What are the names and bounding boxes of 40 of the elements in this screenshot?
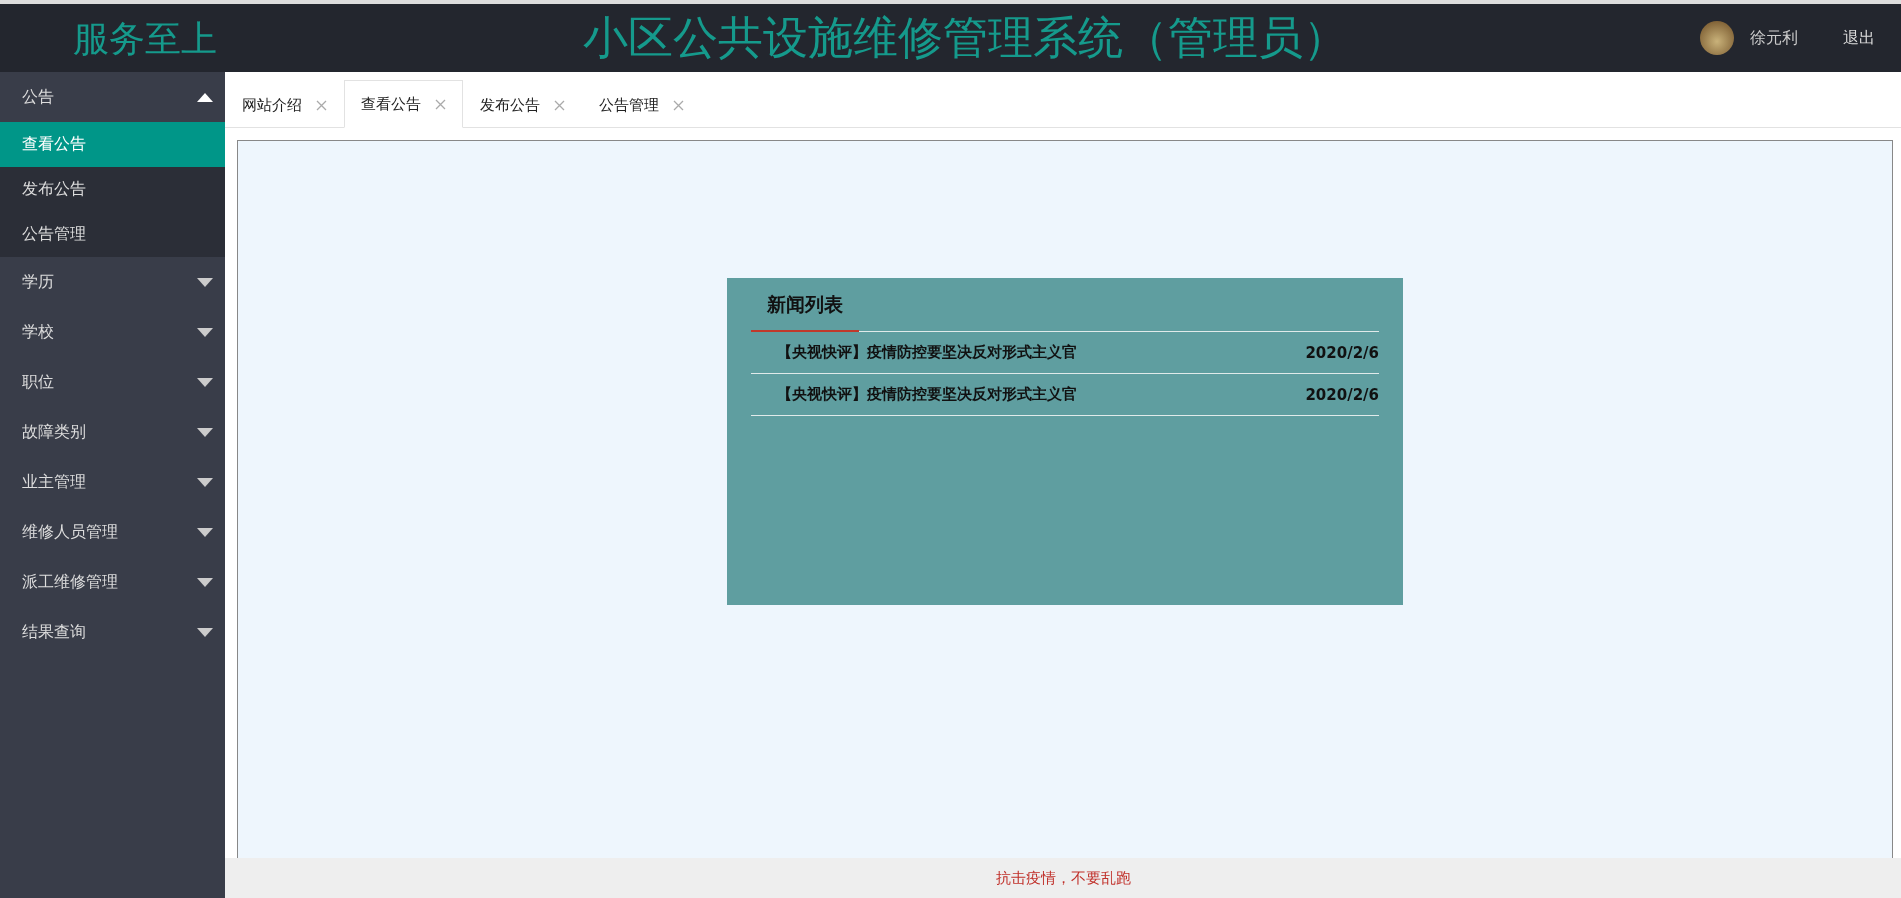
user-name[interactable]: 徐元利 <box>1750 27 1798 49</box>
tab[interactable]: 公告管理 <box>582 81 701 128</box>
caret-down-icon <box>197 477 213 487</box>
news-date: 2020/2/6 <box>1305 385 1379 404</box>
caret-down-icon <box>197 327 213 337</box>
news-list-title: 新闻列表 <box>751 278 859 332</box>
menu-group[interactable]: 公告 <box>0 72 225 122</box>
news-date: 2020/2/6 <box>1305 343 1379 362</box>
news-title-link[interactable]: 【央视快评】疫情防控要坚决反对形式主义官 <box>777 343 1077 362</box>
news-title-link[interactable]: 【央视快评】疫情防控要坚决反对形式主义官 <box>777 385 1077 404</box>
caret-up-icon <box>197 92 213 102</box>
close-icon[interactable] <box>435 98 446 110</box>
caret-down-icon <box>197 277 213 287</box>
menu-group[interactable]: 学历 <box>0 257 225 307</box>
menu-group[interactable]: 业主管理 <box>0 457 225 507</box>
menu-group[interactable]: 学校 <box>0 307 225 357</box>
logout-link[interactable]: 退出 <box>1843 27 1875 49</box>
close-icon[interactable] <box>673 99 684 111</box>
footer-text: 抗击疫情，不要乱跑 <box>995 868 1131 888</box>
menu-item[interactable]: 发布公告 <box>0 167 225 212</box>
caret-down-icon <box>197 627 213 637</box>
tab[interactable]: 查看公告 <box>344 80 463 128</box>
tab[interactable]: 网站介绍 <box>225 81 344 128</box>
caret-down-icon <box>197 377 213 387</box>
close-icon[interactable] <box>554 99 565 111</box>
menu-group[interactable]: 结果查询 <box>0 607 225 657</box>
caret-down-icon <box>197 577 213 587</box>
caret-down-icon <box>197 427 213 437</box>
menu-group[interactable]: 维修人员管理 <box>0 507 225 557</box>
menu-group[interactable]: 职位 <box>0 357 225 407</box>
system-title: 小区公共设施维修管理系统（管理员） <box>581 10 1349 66</box>
close-icon[interactable] <box>316 99 327 111</box>
menu-group[interactable]: 派工维修管理 <box>0 557 225 607</box>
menu-group[interactable]: 故障类别 <box>0 407 225 457</box>
logo-text: 服务至上 <box>72 16 218 61</box>
menu-item[interactable]: 公告管理 <box>0 212 225 257</box>
menu-item[interactable]: 查看公告 <box>0 122 225 167</box>
caret-down-icon <box>197 527 213 537</box>
user-avatar[interactable] <box>1700 21 1734 55</box>
tab[interactable]: 发布公告 <box>463 81 582 128</box>
